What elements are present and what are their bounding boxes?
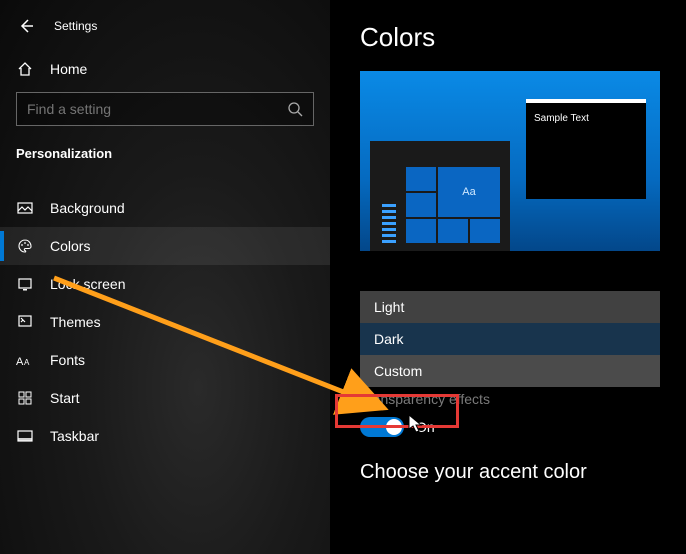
- section-heading: Personalization: [0, 136, 330, 179]
- nav-home-label: Home: [50, 61, 87, 77]
- transparency-label: Transparency effects: [360, 391, 668, 407]
- sidebar-item-label: Themes: [50, 314, 101, 330]
- sidebar-item-lock-screen[interactable]: Lock screen: [0, 265, 330, 303]
- toggle-state: On: [416, 419, 435, 435]
- page-title: Colors: [360, 22, 668, 53]
- option-label: Dark: [374, 331, 404, 347]
- lock-screen-icon: [16, 275, 34, 293]
- transparency-toggle[interactable]: [360, 417, 404, 437]
- home-icon: [16, 60, 34, 78]
- themes-icon: [16, 313, 34, 331]
- option-dark[interactable]: Dark: [360, 323, 660, 355]
- color-preview: Aa Sample Text: [360, 71, 660, 251]
- sidebar-item-background[interactable]: Background: [0, 189, 330, 227]
- fonts-icon: AA: [16, 351, 34, 369]
- sidebar-item-label: Colors: [50, 238, 90, 254]
- color-mode-dropdown[interactable]: Light Dark Custom: [360, 291, 660, 387]
- preview-window: Sample Text: [526, 99, 646, 199]
- search-input[interactable]: [27, 101, 287, 117]
- settings-sidebar: Settings Home Personalization Background: [0, 0, 330, 554]
- svg-text:A: A: [16, 356, 24, 367]
- search-icon: [287, 101, 303, 117]
- palette-icon: [16, 237, 34, 255]
- search-box[interactable]: [16, 92, 314, 126]
- sidebar-item-label: Taskbar: [50, 428, 99, 444]
- picture-icon: [16, 199, 34, 217]
- option-label: Light: [374, 299, 404, 315]
- sidebar-item-label: Fonts: [50, 352, 85, 368]
- sidebar-item-start[interactable]: Start: [0, 379, 330, 417]
- accent-heading: Choose your accent color: [360, 461, 668, 484]
- option-label: Custom: [374, 363, 422, 379]
- preview-tile-aa: Aa: [438, 167, 500, 217]
- sidebar-item-label: Start: [50, 390, 80, 406]
- sidebar-item-taskbar[interactable]: Taskbar: [0, 417, 330, 455]
- preview-sample-text: Sample Text: [534, 113, 589, 124]
- nav-home[interactable]: Home: [0, 50, 330, 88]
- taskbar-icon: [16, 427, 34, 445]
- sidebar-item-label: Background: [50, 200, 125, 216]
- sidebar-item-themes[interactable]: Themes: [0, 303, 330, 341]
- app-title: Settings: [54, 19, 97, 33]
- option-custom[interactable]: Custom: [360, 355, 660, 387]
- start-icon: [16, 389, 34, 407]
- sidebar-item-label: Lock screen: [50, 276, 125, 292]
- back-button[interactable]: [16, 16, 36, 36]
- arrow-left-icon: [18, 18, 34, 34]
- sidebar-item-fonts[interactable]: AA Fonts: [0, 341, 330, 379]
- main-pane: Colors Aa Sample Text Light Dark Custom: [330, 0, 686, 554]
- sidebar-item-colors[interactable]: Colors: [0, 227, 330, 265]
- option-light[interactable]: Light: [360, 291, 660, 323]
- svg-text:A: A: [24, 358, 30, 367]
